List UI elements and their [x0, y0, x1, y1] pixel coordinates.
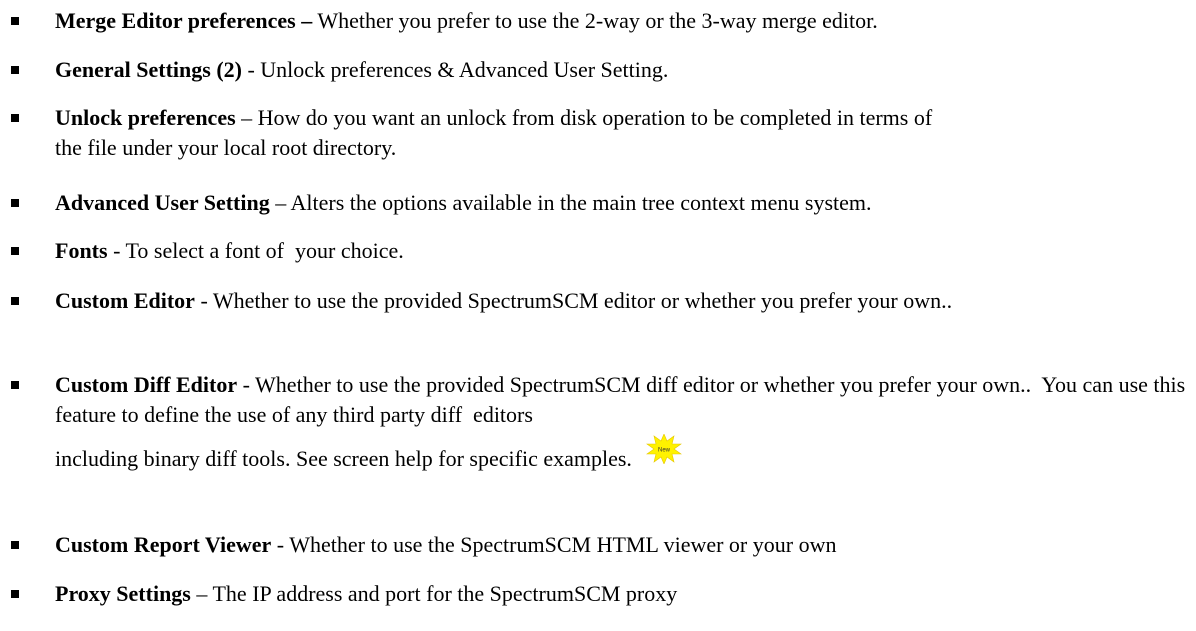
item-description: To select a font of your choice.: [125, 238, 404, 263]
list-item-text: Unlock preferences – How do you want an …: [55, 103, 955, 163]
item-term: Custom Diff Editor: [55, 372, 238, 397]
item-term: Fonts: [55, 238, 108, 263]
item-separator: -: [271, 532, 290, 557]
list-item-text: Merge Editor preferences – Whether you p…: [55, 6, 1190, 36]
item-description: Whether to use the SpectrumSCM HTML view…: [289, 532, 837, 557]
bullet-icon: [11, 381, 19, 389]
list-item-text: Custom Report Viewer - Whether to use th…: [55, 530, 1190, 560]
item-description: Whether you prefer to use the 2-way or t…: [317, 8, 878, 33]
item-term: Custom Report Viewer: [55, 532, 272, 557]
list-item-text: Custom Diff Editor - Whether to use the …: [55, 370, 1190, 430]
item-separator: -: [107, 238, 126, 263]
bullet-icon: [11, 590, 19, 598]
bullet-icon: [11, 247, 19, 255]
item-separator: -: [241, 57, 261, 82]
bullet-icon: [11, 297, 19, 305]
item-description: Unlock preferences & Advanced User Setti…: [260, 57, 669, 82]
bullet-icon: [11, 541, 19, 549]
list-item-text-continued: including binary diff tools. See screen …: [55, 434, 1190, 474]
item-separator: -: [237, 372, 256, 397]
item-description: Whether to use the provided SpectrumSCM …: [212, 288, 953, 313]
badge-label: New: [658, 448, 671, 454]
new-badge-icon: New: [645, 434, 682, 472]
bullet-icon: [11, 17, 19, 25]
list-item-text: Advanced User Setting – Alters the optio…: [55, 188, 1190, 218]
item-term: Advanced User Setting: [55, 190, 270, 215]
item-separator: –: [190, 581, 213, 606]
item-term: Custom Editor: [55, 288, 195, 313]
item-description: Alters the options available in the main…: [290, 190, 872, 215]
list-item-text: Custom Editor - Whether to use the provi…: [55, 286, 1190, 316]
item-term: Unlock preferences: [55, 105, 236, 130]
item-separator: –: [235, 105, 258, 130]
bullet-icon: [11, 114, 19, 122]
list-item-text: General Settings (2) - Unlock preference…: [55, 55, 1190, 85]
item-term: Merge Editor preferences –: [55, 8, 313, 33]
item-description-continued: including binary diff tools. See screen …: [55, 446, 632, 471]
list-item-text: Proxy Settings – The IP address and port…: [55, 579, 1190, 609]
item-separator: -: [194, 288, 213, 313]
bullet-icon: [11, 66, 19, 74]
item-separator: –: [269, 190, 291, 215]
bullet-icon: [11, 199, 19, 207]
item-term: General Settings (2): [55, 57, 242, 82]
item-term: Proxy Settings: [55, 581, 191, 606]
item-description: The IP address and port for the Spectrum…: [212, 581, 678, 606]
list-item-text: Fonts - To select a font of your choice.: [55, 236, 1190, 266]
